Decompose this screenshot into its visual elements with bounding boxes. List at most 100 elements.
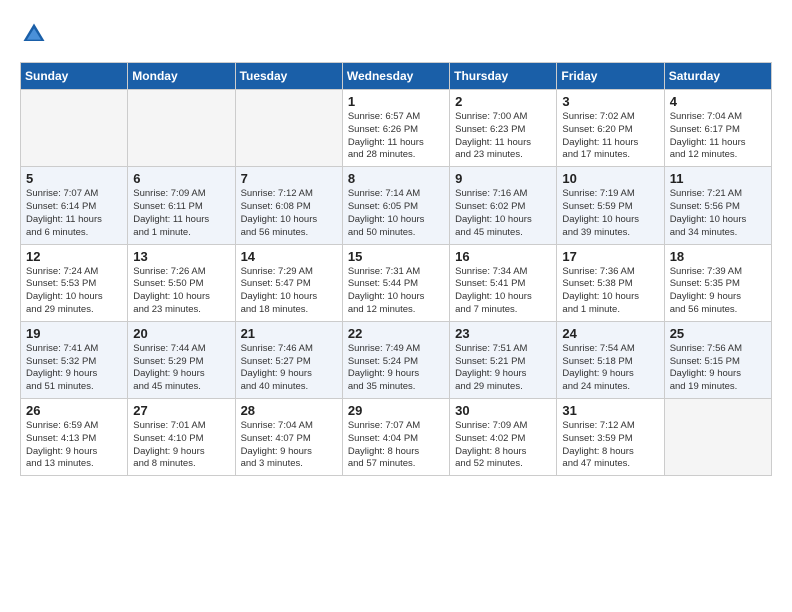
day-info: Sunrise: 7:09 AM Sunset: 6:11 PM Dayligh… <box>133 188 229 239</box>
day-number: 13 <box>133 249 229 264</box>
day-number: 24 <box>562 326 658 341</box>
day-info: Sunrise: 7:39 AM Sunset: 5:35 PM Dayligh… <box>670 266 766 317</box>
day-number: 19 <box>26 326 122 341</box>
empty-cell <box>664 399 771 476</box>
day-number: 26 <box>26 403 122 418</box>
day-info: Sunrise: 7:07 AM Sunset: 6:14 PM Dayligh… <box>26 188 122 239</box>
day-info: Sunrise: 7:12 AM Sunset: 6:08 PM Dayligh… <box>241 188 337 239</box>
day-cell-15: 15 Sunrise: 7:31 AM Sunset: 5:44 PM Dayli… <box>342 244 449 321</box>
empty-cell <box>235 90 342 167</box>
day-number: 3 <box>562 94 658 109</box>
day-number: 25 <box>670 326 766 341</box>
day-info: Sunrise: 7:00 AM Sunset: 6:23 PM Dayligh… <box>455 111 551 162</box>
day-header-friday: Friday <box>557 63 664 90</box>
day-cell-22: 22 Sunrise: 7:49 AM Sunset: 5:24 PM Dayli… <box>342 321 449 398</box>
day-info: Sunrise: 7:04 AM Sunset: 6:17 PM Dayligh… <box>670 111 766 162</box>
calendar-table: SundayMondayTuesdayWednesdayThursdayFrid… <box>20 62 772 476</box>
day-number: 27 <box>133 403 229 418</box>
day-info: Sunrise: 7:34 AM Sunset: 5:41 PM Dayligh… <box>455 266 551 317</box>
header <box>20 20 772 48</box>
week-row-1: 1 Sunrise: 6:57 AM Sunset: 6:26 PM Daylig… <box>21 90 772 167</box>
day-number: 5 <box>26 171 122 186</box>
day-info: Sunrise: 7:29 AM Sunset: 5:47 PM Dayligh… <box>241 266 337 317</box>
day-number: 28 <box>241 403 337 418</box>
empty-cell <box>128 90 235 167</box>
day-cell-9: 9 Sunrise: 7:16 AM Sunset: 6:02 PM Daylig… <box>450 167 557 244</box>
day-cell-19: 19 Sunrise: 7:41 AM Sunset: 5:32 PM Dayli… <box>21 321 128 398</box>
day-info: Sunrise: 7:26 AM Sunset: 5:50 PM Dayligh… <box>133 266 229 317</box>
day-number: 18 <box>670 249 766 264</box>
day-header-sunday: Sunday <box>21 63 128 90</box>
day-cell-5: 5 Sunrise: 7:07 AM Sunset: 6:14 PM Daylig… <box>21 167 128 244</box>
day-cell-25: 25Sunrise: 7:56 AM Sunset: 5:15 PM Dayli… <box>664 321 771 398</box>
day-cell-24: 24 Sunrise: 7:54 AM Sunset: 5:18 PM Dayli… <box>557 321 664 398</box>
day-number: 11 <box>670 171 766 186</box>
header-row: SundayMondayTuesdayWednesdayThursdayFrid… <box>21 63 772 90</box>
day-number: 29 <box>348 403 444 418</box>
day-cell-21: 21 Sunrise: 7:46 AM Sunset: 5:27 PM Dayli… <box>235 321 342 398</box>
page-container: SundayMondayTuesdayWednesdayThursdayFrid… <box>0 0 792 486</box>
day-cell-26: 26 Sunrise: 6:59 AM Sunset: 4:13 PM Dayli… <box>21 399 128 476</box>
day-info: Sunrise: 7:54 AM Sunset: 5:18 PM Dayligh… <box>562 343 658 394</box>
day-info: Sunrise: 7:44 AM Sunset: 5:29 PM Dayligh… <box>133 343 229 394</box>
day-cell-17: 17 Sunrise: 7:36 AM Sunset: 5:38 PM Dayli… <box>557 244 664 321</box>
day-info: Sunrise: 7:07 AM Sunset: 4:04 PM Dayligh… <box>348 420 444 471</box>
day-cell-18: 18 Sunrise: 7:39 AM Sunset: 5:35 PM Dayli… <box>664 244 771 321</box>
day-number: 1 <box>348 94 444 109</box>
day-number: 2 <box>455 94 551 109</box>
day-cell-29: 29 Sunrise: 7:07 AM Sunset: 4:04 PM Dayli… <box>342 399 449 476</box>
day-info: Sunrise: 6:57 AM Sunset: 6:26 PM Dayligh… <box>348 111 444 162</box>
day-info: Sunrise: 7:14 AM Sunset: 6:05 PM Dayligh… <box>348 188 444 239</box>
day-info: Sunrise: 7:12 AM Sunset: 3:59 PM Dayligh… <box>562 420 658 471</box>
day-info: Sunrise: 7:49 AM Sunset: 5:24 PM Dayligh… <box>348 343 444 394</box>
day-cell-16: 16Sunrise: 7:34 AM Sunset: 5:41 PM Dayli… <box>450 244 557 321</box>
empty-cell <box>21 90 128 167</box>
day-number: 9 <box>455 171 551 186</box>
day-cell-13: 13 Sunrise: 7:26 AM Sunset: 5:50 PM Dayli… <box>128 244 235 321</box>
day-number: 20 <box>133 326 229 341</box>
day-number: 17 <box>562 249 658 264</box>
day-cell-2: 2 Sunrise: 7:00 AM Sunset: 6:23 PM Daylig… <box>450 90 557 167</box>
day-number: 4 <box>670 94 766 109</box>
week-row-2: 5 Sunrise: 7:07 AM Sunset: 6:14 PM Daylig… <box>21 167 772 244</box>
day-cell-4: 4 Sunrise: 7:04 AM Sunset: 6:17 PM Daylig… <box>664 90 771 167</box>
day-info: Sunrise: 7:46 AM Sunset: 5:27 PM Dayligh… <box>241 343 337 394</box>
day-cell-8: 8 Sunrise: 7:14 AM Sunset: 6:05 PM Daylig… <box>342 167 449 244</box>
day-info: Sunrise: 7:04 AM Sunset: 4:07 PM Dayligh… <box>241 420 337 471</box>
day-header-wednesday: Wednesday <box>342 63 449 90</box>
day-cell-6: 6 Sunrise: 7:09 AM Sunset: 6:11 PM Daylig… <box>128 167 235 244</box>
day-number: 15 <box>348 249 444 264</box>
day-info: Sunrise: 6:59 AM Sunset: 4:13 PM Dayligh… <box>26 420 122 471</box>
day-header-saturday: Saturday <box>664 63 771 90</box>
day-cell-3: 3Sunrise: 7:02 AM Sunset: 6:20 PM Daylig… <box>557 90 664 167</box>
logo-icon <box>20 20 48 48</box>
day-cell-28: 28 Sunrise: 7:04 AM Sunset: 4:07 PM Dayli… <box>235 399 342 476</box>
day-cell-31: 31 Sunrise: 7:12 AM Sunset: 3:59 PM Dayli… <box>557 399 664 476</box>
day-number: 7 <box>241 171 337 186</box>
day-number: 22 <box>348 326 444 341</box>
day-number: 10 <box>562 171 658 186</box>
day-info: Sunrise: 7:36 AM Sunset: 5:38 PM Dayligh… <box>562 266 658 317</box>
day-cell-11: 11Sunrise: 7:21 AM Sunset: 5:56 PM Dayli… <box>664 167 771 244</box>
day-number: 8 <box>348 171 444 186</box>
day-number: 31 <box>562 403 658 418</box>
day-number: 14 <box>241 249 337 264</box>
day-number: 23 <box>455 326 551 341</box>
day-cell-27: 27 Sunrise: 7:01 AM Sunset: 4:10 PM Dayli… <box>128 399 235 476</box>
day-info: Sunrise: 7:01 AM Sunset: 4:10 PM Dayligh… <box>133 420 229 471</box>
day-info: Sunrise: 7:09 AM Sunset: 4:02 PM Dayligh… <box>455 420 551 471</box>
week-row-4: 19 Sunrise: 7:41 AM Sunset: 5:32 PM Dayli… <box>21 321 772 398</box>
week-row-3: 12Sunrise: 7:24 AM Sunset: 5:53 PM Dayli… <box>21 244 772 321</box>
logo <box>20 20 52 48</box>
day-info: Sunrise: 7:31 AM Sunset: 5:44 PM Dayligh… <box>348 266 444 317</box>
day-cell-7: 7 Sunrise: 7:12 AM Sunset: 6:08 PM Daylig… <box>235 167 342 244</box>
day-cell-23: 23Sunrise: 7:51 AM Sunset: 5:21 PM Dayli… <box>450 321 557 398</box>
day-number: 6 <box>133 171 229 186</box>
day-number: 21 <box>241 326 337 341</box>
day-info: Sunrise: 7:41 AM Sunset: 5:32 PM Dayligh… <box>26 343 122 394</box>
day-header-tuesday: Tuesday <box>235 63 342 90</box>
day-number: 12 <box>26 249 122 264</box>
day-info: Sunrise: 7:19 AM Sunset: 5:59 PM Dayligh… <box>562 188 658 239</box>
day-info: Sunrise: 7:16 AM Sunset: 6:02 PM Dayligh… <box>455 188 551 239</box>
day-header-thursday: Thursday <box>450 63 557 90</box>
